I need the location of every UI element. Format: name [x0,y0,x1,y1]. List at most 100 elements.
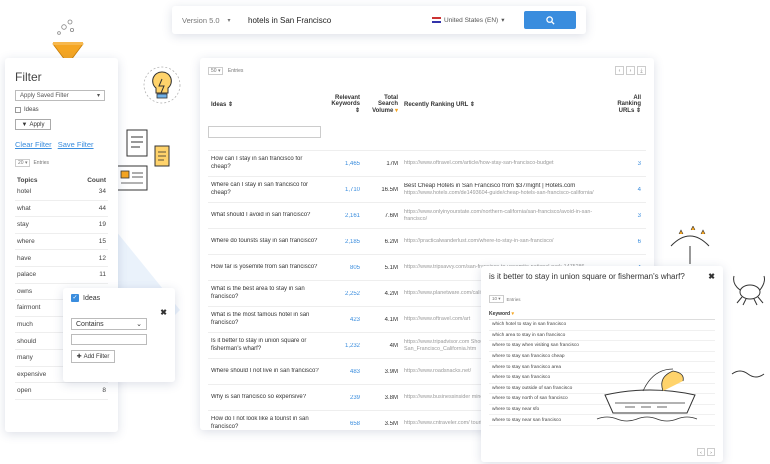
table-row[interactable]: How can I stay in san francisco for chea… [208,150,646,176]
table-row[interactable]: Where can I stay in san francisco for ch… [208,176,646,202]
entries-select[interactable]: 50 ▾ [208,66,224,75]
relevant-keywords-cell[interactable]: 423 [323,317,363,323]
idea-cell[interactable]: What should I avoid in san francisco? [208,212,323,220]
relevant-keywords-cell[interactable]: 2,252 [323,291,363,297]
topic-row[interactable]: stay 19 [15,217,108,234]
search-input[interactable]: hotels in San Francisco [242,16,432,25]
ideas-popup-label: Ideas [83,294,101,302]
search-volume-cell: 3.8M [384,394,398,401]
clear-filter-link[interactable]: Clear Filter [15,140,52,149]
next-page-icon[interactable]: › [707,448,715,456]
prev-page-icon[interactable]: ‹ [615,66,624,75]
relevant-keywords-cell[interactable]: 1,232 [323,343,363,349]
relevant-keywords-cell[interactable]: 239 [323,395,363,401]
relevant-keywords-cell[interactable]: 658 [323,421,363,427]
search-volume-header[interactable]: Total Search Volume ▾ [363,95,401,114]
checkbox-icon [15,107,21,113]
region-select[interactable]: United States (EN) ▾ [432,16,524,24]
ideas-search-input[interactable] [208,126,321,138]
idea-cell[interactable]: How far is yosemite from san francisco? [208,264,323,272]
topic-row[interactable]: open 8 [15,383,108,400]
relevant-keywords-cell[interactable]: 483 [323,369,363,375]
add-filter-button[interactable]: ✚ Add Filter [71,350,115,363]
all-header-label: All Ranking URLs [617,94,641,114]
keyword-row[interactable]: where to stay when visiting san francisc… [489,341,715,352]
checked-checkbox-icon[interactable]: ✓ [71,294,79,302]
topic-name: palace [17,271,37,279]
ideas-filter-popup: ✓ Ideas ✖ Contains ⌄ ✚ Add Filter [63,288,175,382]
idea-cell[interactable]: What is the best area to stay in san fra… [208,286,323,301]
topic-name: should [17,337,37,345]
close-icon[interactable]: ✖ [160,308,167,317]
all-urls-cell[interactable]: 6 [608,239,644,245]
relevant-keywords-header[interactable]: Relevant Keywords ⇕ [323,95,363,114]
topic-row[interactable]: hotel 34 [15,184,108,201]
prev-page-icon[interactable]: ‹ [697,448,705,456]
table-row[interactable]: What should I avoid in san francisco? 2,1… [208,202,646,228]
version-select[interactable]: Version 5.0 ▾ [182,16,242,25]
apply-button[interactable]: ▼ Apply [15,119,51,130]
relevant-keywords-cell[interactable]: 805 [323,265,363,271]
download-icon[interactable]: ⤓ [637,66,646,75]
topic-row[interactable]: palace 11 [15,267,108,284]
relevant-keywords-cell[interactable]: 2,161 [323,213,363,219]
relevant-keywords-cell[interactable]: 1,465 [323,161,363,167]
idea-cell[interactable]: Is it better to stay in union square or … [208,338,323,353]
topic-row[interactable]: what 44 [15,201,108,218]
ideas-checkbox[interactable]: Ideas [15,107,108,113]
saved-filter-select[interactable]: Apply Saved Filter ▾ [15,90,105,101]
idea-cell[interactable]: Where do tourists stay in san francisco? [208,238,323,246]
idea-cell[interactable]: What is the most famous hotel in san fra… [208,312,323,327]
us-flag-icon [432,17,441,23]
table-row[interactable]: Where do tourists stay in san francisco?… [208,228,646,254]
saved-filter-label: Apply Saved Filter [20,92,69,99]
relevant-keywords-cell[interactable]: 2,185 [323,239,363,245]
idea-cell[interactable]: How can I stay in san francisco for chea… [208,156,323,171]
keyword-header[interactable]: Keyword ▾ [489,311,715,320]
url-text: https://www.roadsnacks.net/ [404,368,472,375]
entries-select[interactable]: 20 ▾ [15,159,31,167]
url-text: https://practicalwanderlust.com/where-to… [404,238,554,245]
topic-row[interactable]: have 12 [15,250,108,267]
topics-header[interactable]: Topics [17,177,37,184]
close-icon[interactable]: ✖ [708,272,715,281]
keyword-row[interactable]: which hotel to stay in san francisco [489,320,715,331]
topic-name: have [17,254,32,262]
idea-cell[interactable]: Why is san francisco so expensive? [208,394,323,402]
save-filter-link[interactable]: Save Filter [58,140,94,149]
filter-title: Filter [15,70,42,84]
ranking-url-header[interactable]: Recently Ranking URL ⇕ [401,101,608,108]
idea-cell[interactable]: Where can I stay in san francisco for ch… [208,182,323,197]
ranking-url-cell[interactable]: https://www.onlyinyourstate.com/northern… [401,209,608,222]
all-urls-cell[interactable]: 4 [608,187,644,193]
topic-row[interactable]: where 15 [15,234,108,251]
ranking-url-cell[interactable]: Best Cheap Hotels in San Francisco from … [401,183,608,196]
sailboat-illustration [596,368,698,422]
topic-count: 15 [98,238,106,246]
count-header[interactable]: Count [87,177,106,184]
filter-value-input[interactable] [71,334,147,345]
relevant-keywords-cell[interactable]: 1,710 [323,187,363,193]
all-urls-header[interactable]: All Ranking URLs ⇕ [608,95,644,114]
search-volume-cell: 4M [389,342,398,349]
search-volume-cell: 3.5M [384,420,398,427]
search-button[interactable] [524,11,576,29]
url-text: https://www.hotels.com/de1493604-guide/c… [404,189,594,196]
version-label: Version 5.0 [182,15,220,25]
ranking-url-cell[interactable]: https://www.oftravel.com/article/how-sta… [401,160,608,167]
idea-cell[interactable]: How do I not look like a tourist in san … [208,416,323,431]
entries-select[interactable]: 10 ▾ [489,295,504,303]
search-volume-cell: 17M [386,160,398,167]
idea-cell[interactable]: Where should I not live in san francisco… [208,368,323,376]
topic-name: where [17,238,35,246]
keyword-row[interactable]: which area to stay in san francisco [489,331,715,342]
topic-count: 12 [98,254,106,262]
ranking-url-cell[interactable]: https://practicalwanderlust.com/where-to… [401,238,608,245]
ideas-header[interactable]: Ideas ⇕ [208,101,323,108]
all-urls-cell[interactable]: 3 [608,213,644,219]
pager: ‹ › [697,448,715,456]
umbrella-icon [670,226,710,264]
operator-select[interactable]: Contains ⌄ [71,318,147,330]
next-page-icon[interactable]: › [626,66,635,75]
all-urls-cell[interactable]: 3 [608,161,644,167]
